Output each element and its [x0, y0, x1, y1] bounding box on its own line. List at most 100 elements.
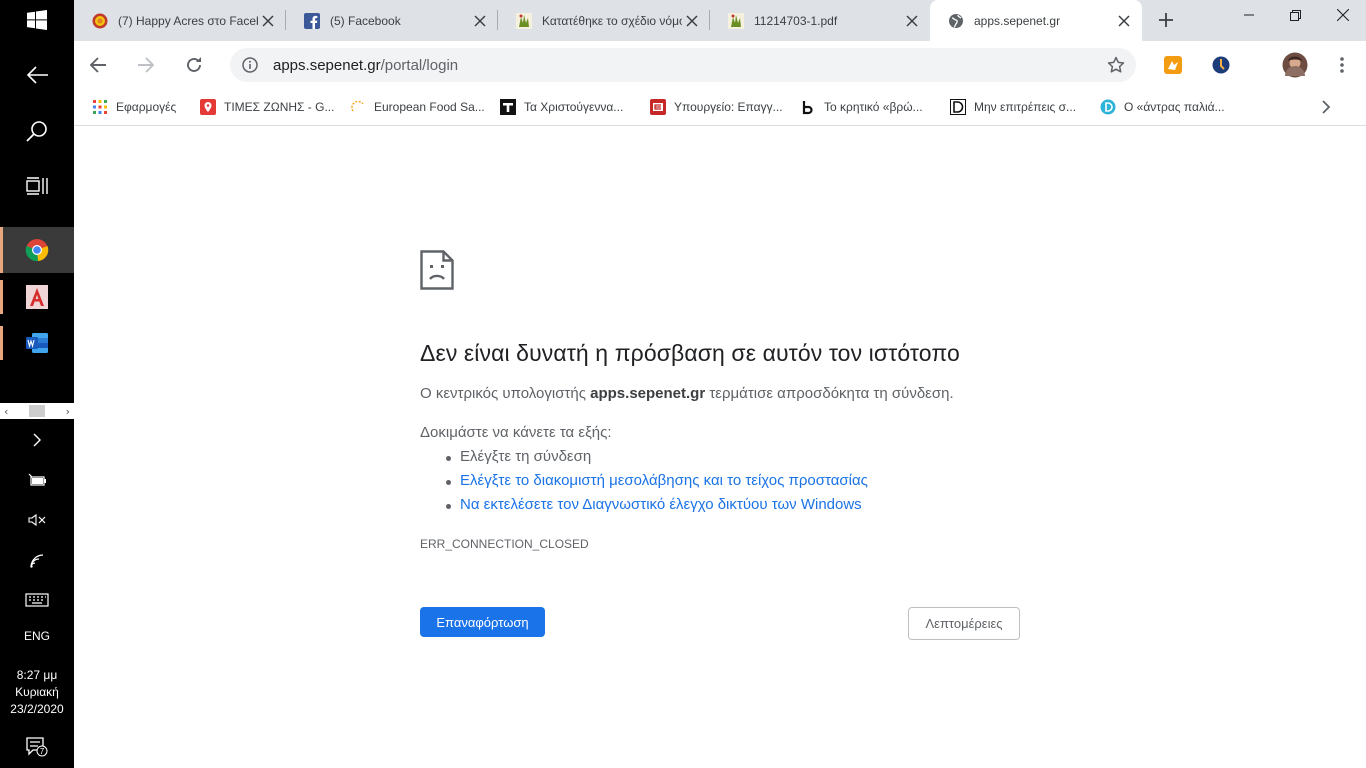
t-logo-icon: [500, 99, 516, 115]
word-taskbar-button[interactable]: [0, 324, 74, 362]
more-bookmarks-button[interactable]: [1316, 97, 1336, 117]
more-vertical-icon: [1340, 57, 1344, 73]
facebook-icon: [304, 12, 320, 29]
acrobat-taskbar-button[interactable]: [0, 278, 74, 316]
pinned-indicator-word: [0, 326, 3, 360]
bookmark-label: Τα Χριστούγεννα...: [524, 100, 624, 114]
search-button[interactable]: [0, 111, 74, 151]
url-text[interactable]: apps.sepenet.gr/portal/login: [273, 57, 458, 74]
new-tab-button[interactable]: [1152, 6, 1180, 34]
bookmark-dont-let[interactable]: Μην επιτρέπεις σ...: [950, 97, 1076, 117]
scroll-thumb[interactable]: [29, 405, 45, 417]
speaker-muted-icon: [28, 513, 46, 527]
bookmark-christmas[interactable]: Τα Χριστούγεννα...: [500, 97, 623, 117]
bookmarks-bar: Εφαρμογές ΤΙΜΕΣ ΖΩΝΗΣ - G... European Fo…: [74, 89, 1366, 126]
avatar: [1282, 52, 1308, 78]
close-window-button[interactable]: [1320, 0, 1366, 30]
sad-page-icon: [420, 250, 454, 295]
notification-count: 7: [40, 747, 45, 756]
minimize-button[interactable]: [1226, 0, 1272, 30]
bookmark-cretan[interactable]: Το κρητικό «βρώ...: [800, 97, 923, 117]
screen: ‹ › ENG 8:27 μμ Κυριακή 23/2/2020 7 (7) …: [0, 0, 1366, 768]
show-hidden-icons-button[interactable]: [0, 428, 74, 452]
profile-button[interactable]: [1281, 51, 1309, 79]
reload-button[interactable]: [178, 49, 210, 81]
url-path: /portal/login: [380, 57, 459, 74]
restore-button[interactable]: [1272, 0, 1318, 30]
reload-page-button[interactable]: Επαναφόρτωση: [420, 607, 545, 637]
start-button[interactable]: [0, 0, 74, 40]
extension-button-1[interactable]: [1161, 53, 1185, 77]
map-pin-icon: [200, 99, 216, 115]
plus-icon: [1159, 13, 1173, 27]
address-bar[interactable]: apps.sepenet.gr/portal/login: [230, 48, 1136, 82]
back-button-taskbar[interactable]: [0, 55, 74, 95]
extension-orange-icon: [1164, 56, 1182, 74]
bookmark-times-zone[interactable]: ΤΙΜΕΣ ΖΩΝΗΣ - G...: [200, 97, 334, 117]
suggestions-heading: Δοκιμάστε να κάνετε τα εξής:: [420, 424, 612, 441]
details-button[interactable]: Λεπτομέρειες: [908, 607, 1020, 640]
suggestion-check-proxy-link[interactable]: Ελέγξτε το διακομιστή μεσολάβησης και το…: [446, 472, 868, 496]
close-tab-icon[interactable]: [258, 11, 278, 31]
scroll-left-icon[interactable]: ‹: [4, 405, 8, 418]
taskbar-scrollbar[interactable]: ‹ ›: [0, 403, 74, 419]
bookmark-star-icon[interactable]: [1106, 55, 1126, 75]
search-icon: [26, 121, 47, 142]
windows-logo-icon: [27, 10, 47, 30]
close-tab-icon[interactable]: [1114, 11, 1134, 31]
bookmark-label: Ο «άντρας παλιά...: [1124, 100, 1225, 114]
hands-icon: [728, 12, 744, 29]
bookmark-label: ΤΙΜΕΣ ΖΩΝΗΣ - G...: [224, 100, 335, 114]
clock-time[interactable]: 8:27 μμ: [0, 668, 74, 682]
network-tray-button[interactable]: [0, 549, 74, 573]
suggestions-list: Ελέγξτε τη σύνδεση Ελέγξτε το διακομιστή…: [446, 448, 868, 520]
tab-title: 11214703-1.pdf: [754, 13, 838, 28]
suggestion-check-connection: Ελέγξτε τη σύνδεση: [446, 448, 868, 472]
close-tab-icon[interactable]: [902, 11, 922, 31]
clock-date[interactable]: 23/2/2020: [0, 702, 74, 716]
chrome-taskbar-button[interactable]: [0, 227, 74, 273]
back-button[interactable]: [82, 49, 114, 81]
language-indicator[interactable]: ENG: [0, 629, 74, 643]
bookmark-label: Μην επιτρέπεις σ...: [974, 100, 1077, 114]
volume-tray-button[interactable]: [0, 508, 74, 532]
close-icon: [1337, 9, 1349, 21]
error-title: Δεν είναι δυνατή η πρόσβαση σε αυτόν τον…: [420, 340, 960, 366]
b-logo-icon: [800, 99, 816, 115]
bookmark-efsa[interactable]: European Food Sa...: [350, 97, 485, 117]
suggestion-windows-diagnostics-link[interactable]: Να εκτελέσετε τον Διαγνωστικό έλεγχο δικ…: [446, 496, 868, 520]
task-view-icon: [26, 177, 48, 195]
url-host: apps.sepenet.gr: [273, 57, 381, 74]
clock-day[interactable]: Κυριακή: [0, 685, 74, 699]
error-description: Ο κεντρικός υπολογιστής apps.sepenet.gr …: [420, 385, 954, 402]
keyboard-icon: [25, 593, 49, 607]
forward-button[interactable]: [130, 49, 162, 81]
error-host: apps.sepenet.gr: [590, 385, 706, 402]
task-view-button[interactable]: [0, 166, 74, 206]
scroll-right-icon[interactable]: ›: [66, 405, 70, 418]
arrow-left-icon: [26, 66, 48, 84]
chrome-menu-button[interactable]: [1330, 53, 1354, 77]
touch-keyboard-button[interactable]: [0, 588, 74, 612]
action-center-button[interactable]: 7: [0, 734, 74, 760]
close-tab-icon[interactable]: [470, 11, 490, 31]
tab-facebook[interactable]: (5) Facebook: [286, 0, 498, 41]
bookmark-apps[interactable]: Εφαρμογές: [92, 97, 176, 117]
tab-sepenet-active[interactable]: apps.sepenet.gr: [930, 0, 1142, 41]
reload-icon: [187, 57, 201, 72]
tab-bill-submitted[interactable]: Κατατέθηκε το σχέδιο νόμου: [498, 0, 710, 41]
power-tray-button[interactable]: [0, 468, 74, 492]
d-circle-icon: [1100, 99, 1116, 115]
extension-button-2[interactable]: [1209, 53, 1233, 77]
apps-grid-icon: [92, 99, 108, 115]
info-icon[interactable]: [240, 55, 260, 75]
error-page: Δεν είναι δυνατή η πρόσβαση σε αυτόν τον…: [74, 126, 1366, 768]
tab-happy-acres[interactable]: (7) Happy Acres στο Facebook: [74, 0, 286, 41]
bookmark-label: Υπουργείο: Επαγγ...: [674, 100, 783, 114]
word-icon: [26, 333, 48, 353]
bookmark-ministry[interactable]: Υπουργείο: Επαγγ...: [650, 97, 783, 117]
bookmark-old-man[interactable]: Ο «άντρας παλιά...: [1100, 97, 1225, 117]
tab-pdf[interactable]: 11214703-1.pdf: [710, 0, 930, 41]
browser-toolbar: apps.sepenet.gr/portal/login: [74, 41, 1366, 89]
close-tab-icon[interactable]: [682, 11, 702, 31]
